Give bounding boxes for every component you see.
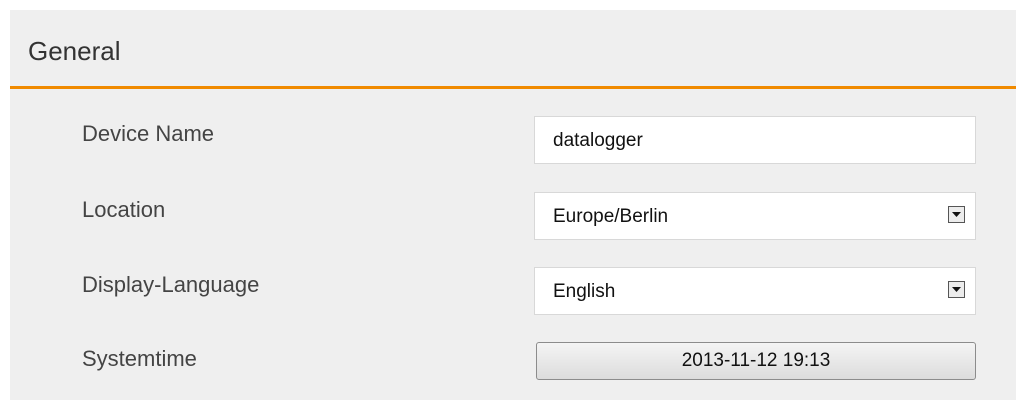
location-label: Location [82,197,166,222]
systemtime-label: Systemtime [82,346,197,371]
chevron-down-icon[interactable] [948,206,965,223]
section-title: General [28,36,121,66]
device-name-field[interactable]: datalogger [534,116,976,164]
device-name-value: datalogger [553,130,643,151]
location-selected-value: Europe/Berlin [553,206,669,227]
title-divider [10,86,1016,89]
chevron-down-icon[interactable] [948,281,965,298]
device-name-label: Device Name [82,121,215,146]
display-language-selected-value: English [553,281,616,302]
display-language-select[interactable]: English [534,267,976,315]
location-select[interactable]: Europe/Berlin [534,192,976,240]
display-language-label: Display-Language [82,272,260,297]
general-settings-panel: General Device Name datalogger Location … [10,10,1016,400]
systemtime-button[interactable]: 2013-11-12 19:13 [536,342,976,380]
